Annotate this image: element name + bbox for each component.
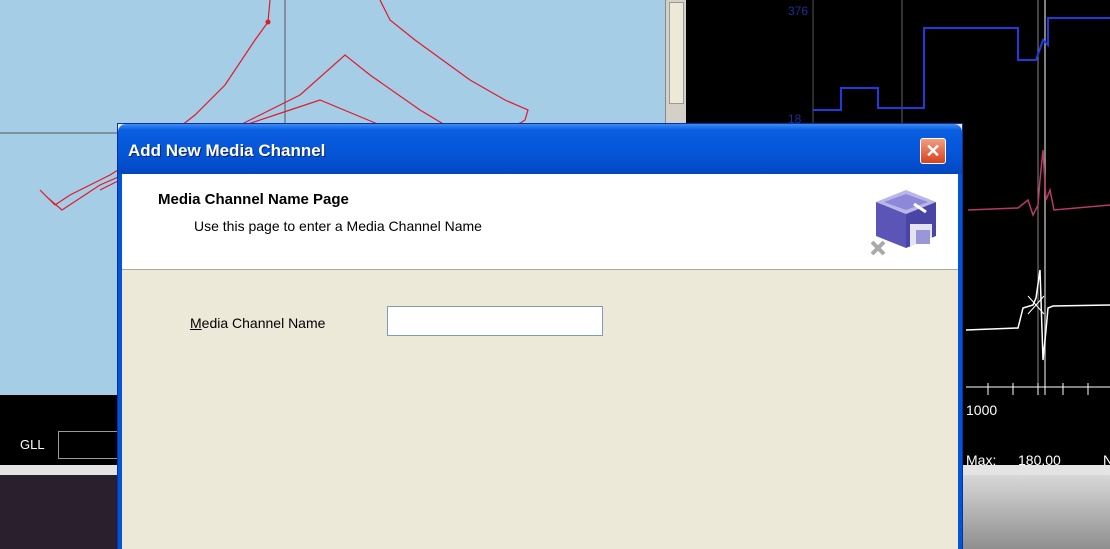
media-channel-name-label: Media Channel Name xyxy=(190,315,325,331)
dialog-frame-right xyxy=(958,174,962,549)
gll-label: GLL xyxy=(20,437,45,452)
close-button[interactable]: ✕ xyxy=(920,138,946,164)
gll-field[interactable] xyxy=(58,431,120,459)
wizard-header: Media Channel Name Page Use this page to… xyxy=(122,174,958,270)
map-scrollbar-thumb[interactable] xyxy=(669,2,684,104)
label-mnemonic: M xyxy=(190,315,202,331)
map-track-point xyxy=(265,19,271,25)
wizard-cube-icon xyxy=(870,190,936,256)
series-blue-line xyxy=(813,17,1110,111)
dialog-title: Add New Media Channel xyxy=(128,141,326,160)
chart-axis-label-top: 376 xyxy=(788,4,809,18)
media-channel-name-input[interactable] xyxy=(387,306,603,336)
taskbar-strip-right xyxy=(962,475,1110,549)
chart-tick-label: 1000 xyxy=(966,402,998,418)
page-title: Media Channel Name Page xyxy=(158,191,349,208)
close-icon: ✕ xyxy=(925,141,941,161)
dialog-titlebar[interactable]: Add New Media Channel ✕ xyxy=(118,124,962,174)
series-pink-line xyxy=(967,149,1110,217)
page-subtitle: Use this page to enter a Media Channel N… xyxy=(194,218,482,234)
add-media-channel-dialog: Add New Media Channel ✕ Media Channel Na… xyxy=(118,124,962,549)
label-text: edia Channel Name xyxy=(201,315,326,331)
